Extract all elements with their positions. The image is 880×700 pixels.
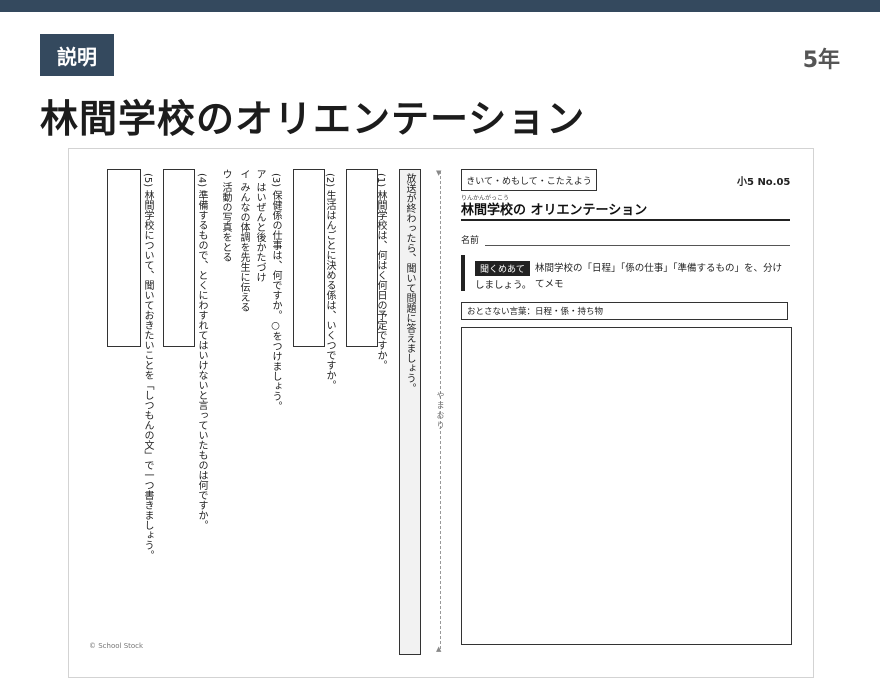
top-bar: [0, 0, 880, 12]
instruction-text: 放送が終わったら、聞いて問題に答えましょう。: [404, 173, 415, 393]
answer-box-1: [346, 169, 378, 347]
listen-tag: きいて・めもして・こたえよう: [461, 169, 597, 191]
question-4: (4) 準備するもので、とくにわすれてはいけないと言っていたものは何ですか。: [196, 173, 207, 531]
question-3: (3) 保健係の仕事は、何ですか。○をつけましょう。: [270, 173, 281, 412]
answer-box-5: [107, 169, 141, 347]
listening-goal-text-2: しましょう。: [475, 280, 532, 291]
choice-i: イ みんなの体調を先生に伝える: [238, 169, 249, 313]
worksheet-number: 小5 No.05: [737, 177, 791, 188]
worksheet: 放送が終わったら、聞いて問題に答えましょう。 (1) 林間学校は、何はく何日の予…: [68, 148, 814, 678]
title-rule: [461, 219, 790, 221]
answer-box-4: [163, 169, 195, 347]
fold-arrow-bottom-icon: ▲: [436, 645, 442, 653]
listening-goal-text: 林間学校の「日程」「係の仕事」「準備するもの」を、分けてメモ: [535, 263, 783, 290]
page-title: 林間学校のオリエンテーション: [40, 97, 586, 141]
choice-u: ウ 活動の写真をとる: [220, 169, 231, 263]
explanation-badge: 説明: [40, 34, 114, 76]
choice-a: ア はいぜんと後かたづけ: [254, 169, 265, 283]
question-5: (5) 林間学校について、聞いておきたいことを「しつもんの文」で一つ書きましょう…: [142, 173, 153, 561]
name-label: 名前: [461, 236, 480, 246]
listening-goal-badge: 聞くめあて: [475, 261, 530, 276]
fold-label: やまおり: [436, 391, 445, 431]
answer-box-2: [293, 169, 325, 347]
listening-goal: 聞くめあて 林間学校の「日程」「係の仕事」「準備するもの」を、分けてメモ しまし…: [461, 255, 794, 291]
copyright: © School Stock: [89, 642, 144, 650]
grade-label: 5年: [802, 48, 840, 73]
key-words: おとさない言葉：日程・係・持ち物: [461, 302, 788, 320]
name-field[interactable]: [485, 245, 790, 246]
fold-arrow-top-icon: ▼: [436, 169, 442, 177]
worksheet-title: 林間学校の オリエンテーション: [461, 203, 648, 218]
memo-box[interactable]: [461, 327, 792, 645]
